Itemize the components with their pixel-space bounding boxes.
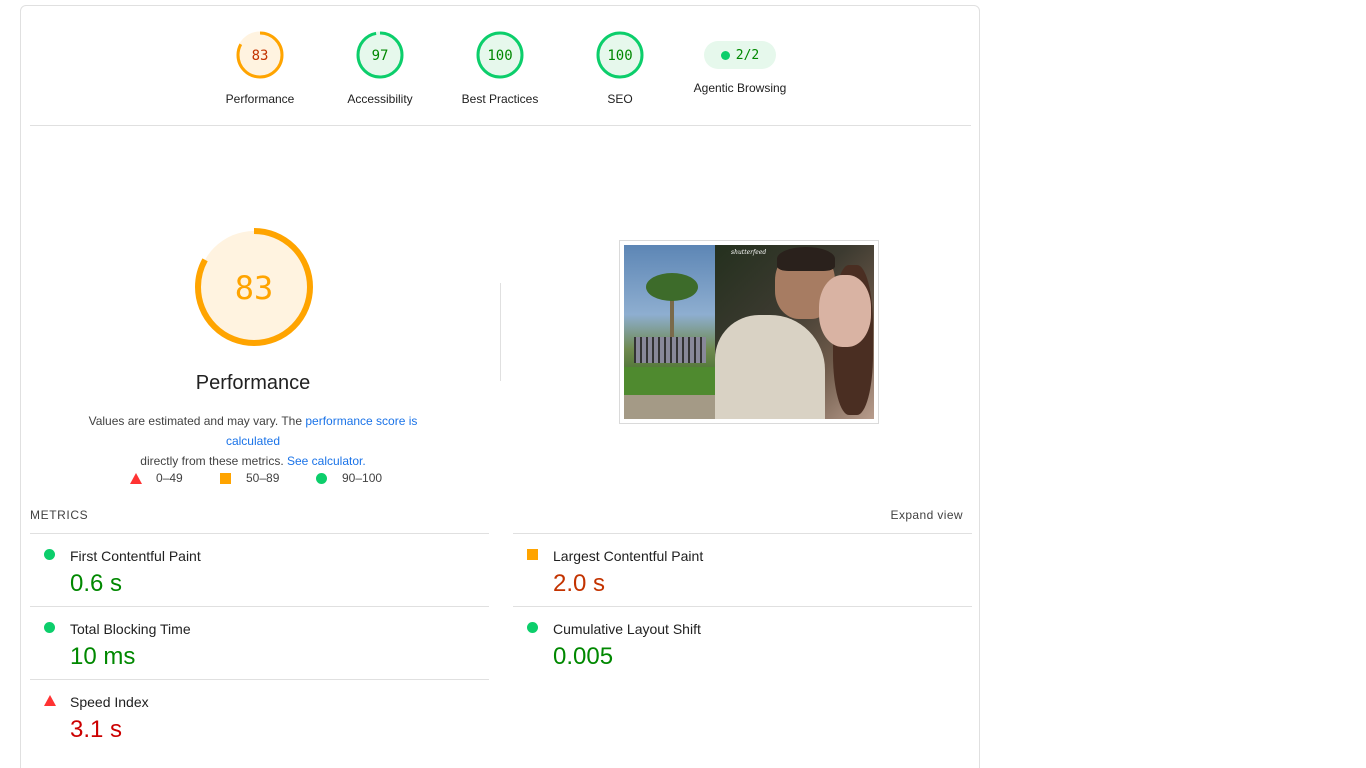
metric-speed-index: Speed Index 3.1 s	[30, 679, 489, 752]
gauge-accessibility[interactable]: 97 Accessibility	[320, 30, 440, 106]
metrics-title: METRICS	[30, 508, 89, 522]
gauge-score: 100	[487, 48, 512, 64]
agentic-pill: 2/2	[704, 41, 776, 69]
gauge-label: Agentic Browsing	[693, 81, 787, 95]
legend-pass: 90–100	[316, 471, 382, 485]
metric-value: 2.0 s	[553, 570, 606, 597]
performance-score: 83	[235, 269, 274, 307]
gauge-ring-performance: 83	[236, 31, 284, 79]
pass-circle-icon	[527, 622, 538, 633]
legend-label: 0–49	[156, 471, 183, 485]
legend-label: 90–100	[342, 471, 383, 485]
metric-largest-contentful-paint: Largest Contentful Paint 2.0 s	[513, 533, 972, 606]
screenshot-image: shutterfeed	[624, 245, 874, 419]
metric-cumulative-layout-shift: Cumulative Layout Shift 0.005	[513, 606, 972, 679]
pass-circle-icon	[44, 622, 55, 633]
metric-first-contentful-paint: First Contentful Paint 0.6 s	[30, 533, 489, 606]
gauge-ring-accessibility: 97	[356, 31, 404, 79]
couple-photo: shutterfeed	[715, 245, 874, 419]
desc-text: Values are estimated and may vary. The	[88, 414, 306, 428]
metrics-header: METRICS Expand view	[30, 508, 971, 528]
final-screenshot[interactable]: shutterfeed	[619, 240, 879, 424]
gauge-seo[interactable]: 100 SEO	[560, 30, 680, 106]
site-logo: shutterfeed	[731, 249, 767, 256]
gauge-score: 100	[607, 48, 632, 64]
gauge-agentic-browsing[interactable]: 2/2 Agentic Browsing	[680, 30, 800, 95]
divider	[30, 125, 971, 126]
metric-name: Cumulative Layout Shift	[553, 621, 701, 637]
gauge-performance[interactable]: 83 Performance	[200, 30, 320, 106]
gauge-label: Performance	[225, 92, 295, 106]
gauge-score: 83	[252, 48, 269, 64]
square-icon	[220, 472, 231, 484]
average-square-icon	[527, 549, 538, 560]
gauge-best-practices[interactable]: 100 Best Practices	[440, 30, 560, 106]
see-calculator-link[interactable]: See calculator.	[287, 454, 366, 468]
legend-label: 50–89	[246, 471, 280, 485]
performance-big-gauge: 83	[195, 228, 313, 346]
palm-photo	[624, 245, 715, 419]
legend-average: 50–89	[220, 471, 279, 485]
gauge-score: 97	[372, 48, 389, 64]
vertical-divider	[500, 283, 501, 381]
metric-name: Speed Index	[70, 694, 149, 710]
metric-value: 0.005	[553, 643, 614, 670]
circle-icon	[316, 472, 327, 484]
gauge-label: SEO	[607, 92, 633, 106]
metric-name: Largest Contentful Paint	[553, 548, 704, 564]
gauge-label: Accessibility	[347, 92, 413, 106]
metric-value: 10 ms	[70, 643, 136, 670]
metric-value: 3.1 s	[70, 716, 123, 743]
category-gauges: 83 Performance 97 Accessibility 100 Best…	[21, 6, 979, 126]
expand-view-toggle[interactable]: Expand view	[891, 508, 963, 522]
legend-fail: 0–49	[130, 471, 183, 485]
metric-total-blocking-time: Total Blocking Time 10 ms	[30, 606, 489, 679]
metric-value: 0.6 s	[70, 570, 123, 597]
performance-description: Values are estimated and may vary. The p…	[61, 411, 445, 471]
gauge-ring-seo: 100	[596, 31, 644, 79]
gauge-label: Best Practices	[461, 92, 539, 106]
gauge-ring-best-practices: 100	[476, 31, 524, 79]
lighthouse-report: 83 Performance 97 Accessibility 100 Best…	[20, 5, 980, 768]
pass-circle-icon	[44, 549, 55, 560]
fail-triangle-icon	[44, 695, 56, 706]
metric-name: First Contentful Paint	[70, 548, 201, 564]
triangle-icon	[130, 472, 142, 484]
performance-title: Performance	[195, 372, 311, 394]
pass-dot-icon	[720, 50, 730, 60]
desc-text: directly from these metrics.	[140, 454, 287, 468]
metric-name: Total Blocking Time	[70, 621, 191, 637]
agentic-value: 2/2	[735, 47, 760, 63]
